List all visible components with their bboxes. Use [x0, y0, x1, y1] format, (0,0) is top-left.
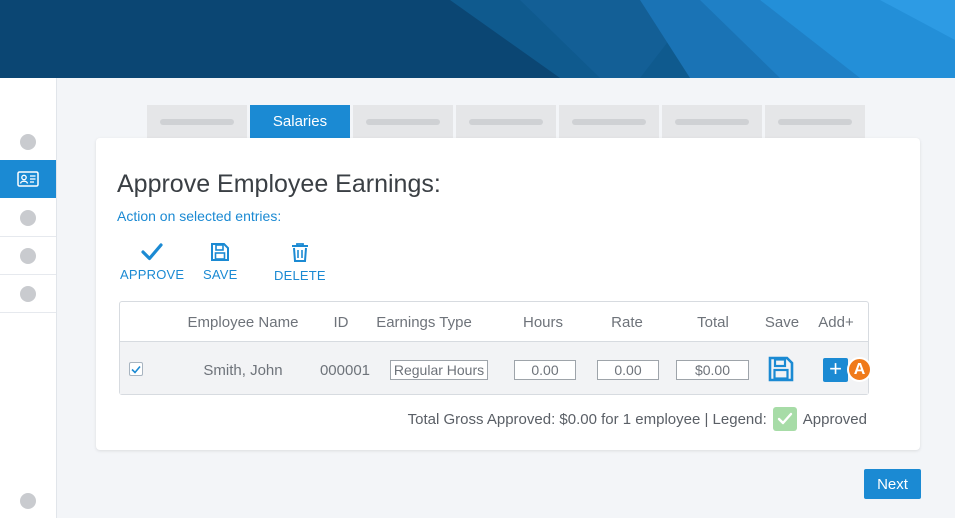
- annotation-marker-a: A: [847, 357, 872, 382]
- trash-icon: [291, 243, 308, 262]
- total-gross-summary: Total Gross Approved: $0.00 for 1 employ…: [407, 410, 767, 428]
- legend-approved-label: Approved: [802, 410, 867, 428]
- action-subtitle: Action on selected entries:: [117, 208, 282, 224]
- sidebar-item-4[interactable]: [0, 237, 56, 275]
- sidebar-dot-icon: [20, 285, 36, 302]
- tab-6[interactable]: [662, 105, 762, 138]
- save-action-button[interactable]: SAVE: [203, 242, 238, 282]
- column-header-hours[interactable]: Hours: [523, 314, 563, 331]
- earnings-type-field[interactable]: Regular Hours: [390, 360, 488, 380]
- sidebar-item-1[interactable]: [0, 123, 56, 161]
- checkmark-icon: [141, 243, 163, 261]
- cell-employee-name: Smith, John: [203, 362, 283, 379]
- tab-3[interactable]: [353, 105, 453, 138]
- table-row: Smith, John 000001 Regular Hours 0.00 0.…: [120, 342, 872, 394]
- header-banner: [0, 0, 955, 78]
- banner-decoration: [450, 0, 955, 78]
- sidebar-dot-icon: [20, 247, 36, 264]
- id-card-icon: [17, 170, 39, 187]
- delete-label: DELETE: [274, 268, 326, 283]
- rate-field[interactable]: 0.00: [597, 360, 659, 380]
- sidebar-item-3[interactable]: [0, 199, 56, 237]
- approve-label: APPROVE: [120, 267, 185, 282]
- table-header: Employee Name ID Earnings Type Hours Rat…: [120, 302, 868, 342]
- tab-placeholder: [160, 118, 234, 125]
- tab-1[interactable]: [147, 105, 247, 138]
- approved-legend-swatch: [772, 407, 797, 431]
- total-field[interactable]: $0.00: [676, 360, 749, 380]
- column-header-rate[interactable]: Rate: [611, 314, 643, 331]
- tab-salaries[interactable]: Salaries: [250, 105, 350, 138]
- legend-check-icon: [777, 412, 792, 425]
- tab-placeholder: [469, 118, 543, 125]
- column-header-employee-name[interactable]: Employee Name: [188, 314, 299, 331]
- tab-bar: Salaries: [147, 105, 865, 138]
- cell-id: 000001: [319, 362, 371, 379]
- approve-button[interactable]: APPROVE: [120, 242, 184, 282]
- column-header-earnings-type[interactable]: Earnings Type: [376, 314, 472, 331]
- column-header-id[interactable]: ID: [334, 314, 349, 331]
- tab-7[interactable]: [765, 105, 865, 138]
- floppy-disk-icon: [768, 356, 794, 382]
- left-sidebar: [0, 78, 57, 518]
- tab-placeholder: [778, 118, 852, 125]
- tab-placeholder: [675, 118, 749, 125]
- sidebar-dot-icon: [20, 133, 36, 150]
- sidebar-item-employees[interactable]: [0, 160, 56, 198]
- tab-placeholder: [572, 118, 646, 125]
- hours-field[interactable]: 0.00: [514, 360, 576, 380]
- tab-salaries-label: Salaries: [272, 113, 328, 130]
- page-title: Approve Employee Earnings:: [117, 170, 441, 198]
- column-header-total[interactable]: Total: [697, 314, 729, 331]
- floppy-disk-icon: [211, 243, 230, 261]
- save-action-label: SAVE: [203, 267, 238, 282]
- delete-button[interactable]: DELETE: [274, 242, 326, 283]
- tab-5[interactable]: [559, 105, 659, 138]
- row-select-checkbox[interactable]: [129, 362, 143, 376]
- earnings-card: Approve Employee Earnings: Action on sel…: [96, 138, 920, 450]
- checkbox-check-icon: [131, 365, 141, 374]
- row-save-button[interactable]: [768, 356, 794, 387]
- next-button[interactable]: Next: [864, 469, 921, 499]
- column-header-add: Add+: [818, 314, 854, 331]
- tab-placeholder: [366, 118, 440, 125]
- add-row-button[interactable]: +: [823, 358, 848, 382]
- column-header-save: Save: [764, 314, 800, 331]
- sidebar-item-5[interactable]: [0, 275, 56, 313]
- earnings-table: Employee Name ID Earnings Type Hours Rat…: [119, 301, 872, 395]
- sidebar-bottom-dot-icon[interactable]: [20, 493, 36, 509]
- sidebar-dot-icon: [20, 209, 36, 226]
- tab-4[interactable]: [456, 105, 556, 138]
- table-footer: Total Gross Approved: $0.00 for 1 employ…: [408, 407, 867, 431]
